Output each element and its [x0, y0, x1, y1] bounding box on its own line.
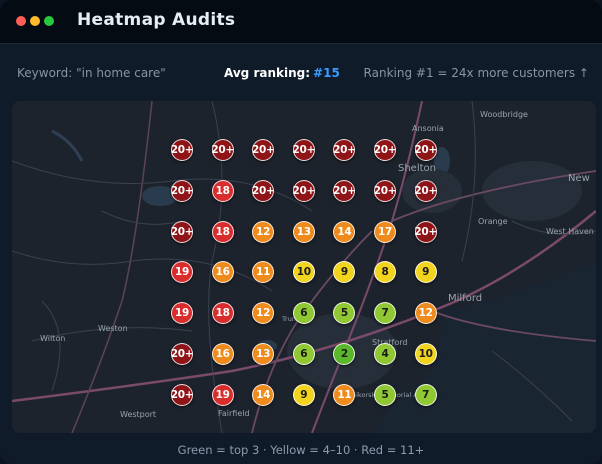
info-bar: Keyword: "in home care" Avg ranking: #15 …	[0, 58, 602, 88]
ranking-pin[interactable]: 20+	[414, 139, 437, 161]
heatmap-map[interactable]: Woodbridge Ansonia Shelton Orange New We…	[12, 101, 596, 433]
average-ranking-label: Avg ranking:	[224, 66, 311, 80]
ranking-pin[interactable]: 20+	[414, 179, 437, 202]
ranking-pin[interactable]: 20+	[171, 220, 194, 243]
ranking-pin[interactable]: 12	[252, 302, 275, 325]
ranking-pin[interactable]: 20+	[374, 139, 397, 161]
ranking-pin[interactable]: 20+	[171, 383, 194, 406]
ranking-pin[interactable]: 10	[292, 261, 315, 284]
ranking-pin[interactable]: 20+	[171, 343, 194, 365]
ranking-pin[interactable]: 13	[292, 220, 315, 243]
close-window-button[interactable]	[16, 16, 26, 26]
ranking-pin[interactable]: 11	[252, 261, 275, 284]
ranking-pin[interactable]: 5	[374, 383, 396, 406]
ranking-pin[interactable]: 20+	[252, 139, 275, 161]
ranking-pin[interactable]: 20+	[171, 139, 194, 161]
ranking-pin[interactable]: 12	[252, 220, 275, 243]
average-ranking: Avg ranking: #15	[224, 66, 340, 80]
ranking-pin[interactable]: 12	[414, 302, 437, 325]
ranking-pin[interactable]: 18	[211, 179, 234, 202]
ranking-pin[interactable]: 14	[333, 220, 356, 243]
color-legend: Green = top 3 · Yellow = 4–10 · Red = 11…	[177, 443, 425, 457]
ranking-pin[interactable]: 8	[374, 261, 396, 284]
ranking-note: Ranking #1 = 24x more customers ↑	[363, 66, 589, 80]
ranking-pin[interactable]: 20+	[293, 139, 315, 161]
ranking-pin[interactable]: 19	[171, 302, 193, 325]
ranking-pin[interactable]: 18	[211, 220, 234, 243]
ranking-pin[interactable]: 19	[211, 383, 234, 406]
ranking-pin[interactable]: 11	[333, 383, 356, 406]
ranking-pin[interactable]: 9	[333, 261, 356, 284]
ranking-pin[interactable]: 16	[211, 261, 234, 284]
ranking-pin[interactable]: 18	[211, 302, 234, 325]
ranking-pin[interactable]: 13	[252, 343, 275, 365]
ranking-pin[interactable]: 2	[333, 343, 356, 365]
ranking-pin[interactable]: 20+	[333, 179, 356, 202]
ranking-pin[interactable]: 20+	[374, 179, 397, 202]
ranking-pin[interactable]: 6	[292, 343, 315, 365]
ranking-pin[interactable]: 20+	[333, 139, 356, 161]
ranking-pin[interactable]: 6	[292, 302, 315, 325]
ranking-pin[interactable]: 14	[252, 383, 275, 406]
app-window: Heatmap Audits Keyword: "in home care" A…	[0, 0, 602, 464]
title-bar: Heatmap Audits	[0, 0, 602, 44]
keyword-label: Keyword: "in home care"	[17, 66, 166, 80]
ranking-pin[interactable]: 16	[211, 343, 234, 365]
ranking-pin[interactable]: 19	[171, 261, 193, 284]
minimize-window-button[interactable]	[30, 16, 40, 26]
average-ranking-value: #15	[313, 66, 340, 80]
ranking-pin[interactable]: 5	[333, 302, 356, 325]
ranking-pin[interactable]: 7	[374, 302, 396, 325]
app-title: Heatmap Audits	[77, 10, 236, 30]
ranking-pin[interactable]: 4	[374, 343, 396, 365]
ranking-pin[interactable]: 20+	[293, 179, 315, 202]
ranking-pin[interactable]: 9	[414, 261, 437, 284]
ranking-pin[interactable]: 17	[374, 220, 396, 243]
maximize-window-button[interactable]	[44, 16, 54, 26]
ranking-pin[interactable]: 20+	[211, 139, 234, 161]
ranking-pin[interactable]: 7	[414, 383, 437, 406]
ranking-pin[interactable]: 10	[414, 343, 437, 365]
ranking-grid: 20+ 20+ 20+ 20+ 20+ 20+ 20+ 20+ 18 20+ 20+ 20+ 20+ 20…	[12, 101, 596, 433]
ranking-pin[interactable]: 20+	[171, 179, 194, 202]
ranking-pin[interactable]: 9	[292, 383, 315, 406]
ranking-pin[interactable]: 20+	[252, 179, 275, 202]
ranking-pin[interactable]: 20+	[414, 220, 437, 243]
